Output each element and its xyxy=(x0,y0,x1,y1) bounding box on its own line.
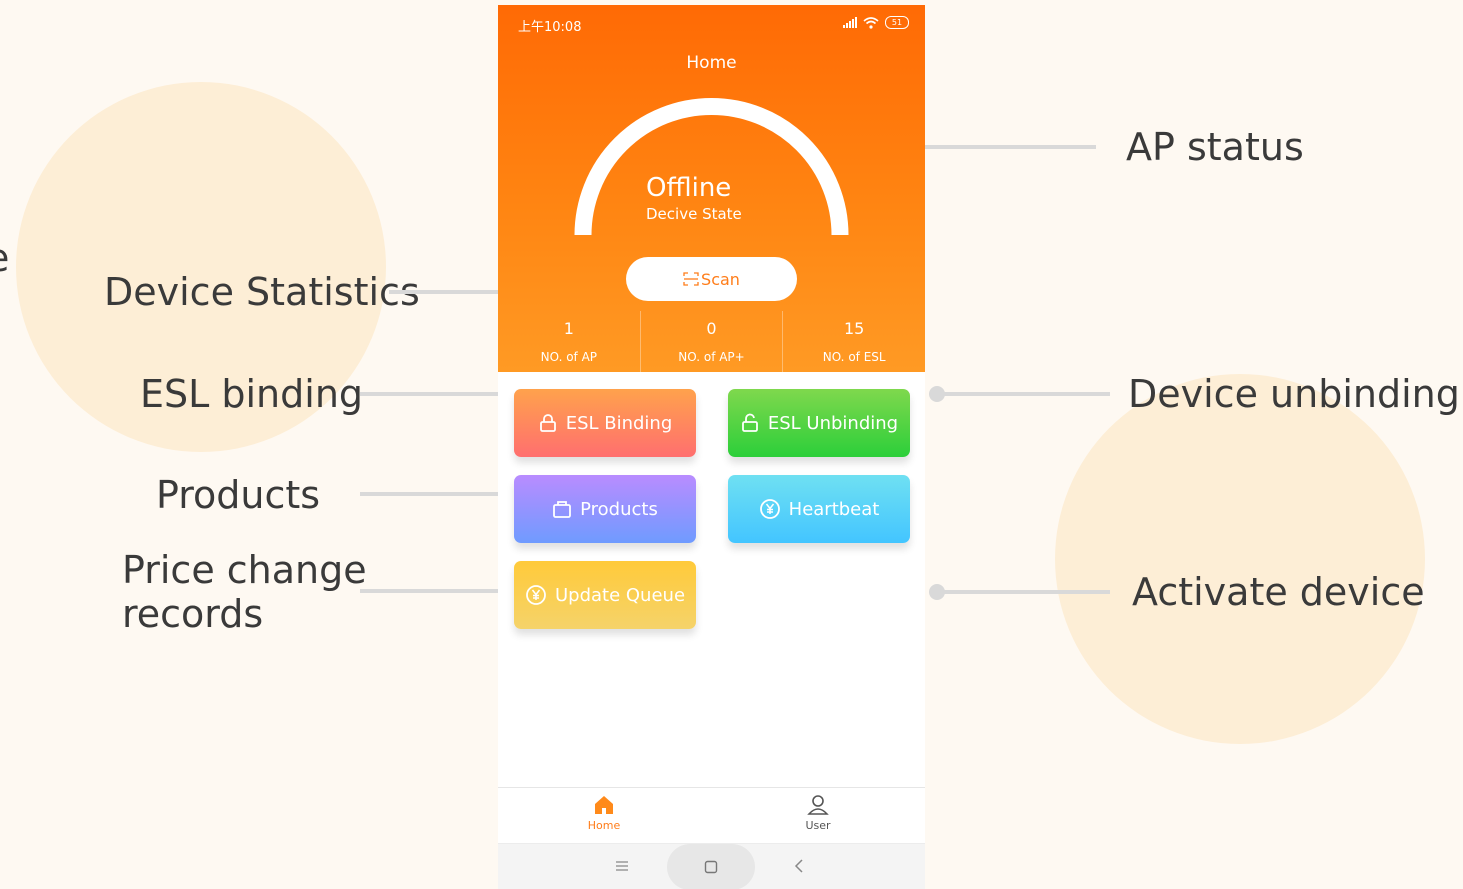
home-icon xyxy=(595,796,613,814)
signal-icon xyxy=(843,17,857,28)
stat-ap: 1 NO. of AP xyxy=(498,311,641,372)
stat-ap-value: 1 xyxy=(563,319,574,338)
battery-icon: 51 xyxy=(885,16,909,29)
callout-products: Products xyxy=(156,473,321,517)
callout-edge-fragment: e xyxy=(0,236,9,280)
update-queue-label: Update Queue xyxy=(554,584,686,606)
scan-icon xyxy=(683,272,699,286)
esl-binding-label: ESL Binding xyxy=(565,412,673,434)
page-title: Home xyxy=(686,53,737,73)
callout-activate-device: Activate device xyxy=(1132,570,1425,614)
status-icons: 51 xyxy=(843,16,909,29)
connector-ap-status xyxy=(925,145,1096,149)
stat-ap-plus: 0 NO. of AP+ xyxy=(641,311,784,372)
device-state-caption: Decive State xyxy=(646,205,742,223)
connector-activate-device xyxy=(937,590,1110,594)
stat-ap-plus-label: NO. of AP+ xyxy=(678,350,745,364)
yen-coin-icon xyxy=(526,585,546,605)
device-statistics: 1 NO. of AP 0 NO. of AP+ 15 NO. of ESL xyxy=(498,311,925,372)
square-home-icon xyxy=(704,860,718,874)
scan-button[interactable]: Scan xyxy=(626,257,797,301)
stat-esl-value: 15 xyxy=(844,319,865,338)
products-label: Products xyxy=(580,498,658,520)
phone-screen: 上午10:08 51 Home Offline Decive State Sca… xyxy=(498,5,925,889)
device-state-value: Offline xyxy=(646,173,732,203)
status-bar: 上午10:08 51 xyxy=(518,16,909,35)
callout-esl-binding: ESL binding xyxy=(140,372,364,416)
shopping-bag-icon xyxy=(553,501,572,518)
user-icon xyxy=(807,795,829,815)
callout-device-statistics: Device Statistics xyxy=(104,270,420,314)
status-time: 上午10:08 xyxy=(518,20,582,35)
products-button[interactable]: Products xyxy=(514,475,696,543)
nav-home-button[interactable] xyxy=(667,844,755,889)
connector-device-statistics xyxy=(389,290,498,294)
heartbeat-button[interactable]: Heartbeat xyxy=(728,475,910,543)
scan-label: Scan xyxy=(701,269,740,289)
bottom-tab-bar: Home User xyxy=(498,787,925,844)
back-icon[interactable] xyxy=(793,858,805,874)
update-queue-button[interactable]: Update Queue xyxy=(514,561,696,629)
connector-price-change xyxy=(360,589,498,593)
stat-esl-label: NO. of ESL xyxy=(822,350,886,364)
gauge-label: Offline Decive State xyxy=(646,173,742,223)
ap-status-gauge xyxy=(574,98,849,236)
menu-icon[interactable] xyxy=(614,859,630,873)
callout-device-unbinding: Device unbinding xyxy=(1128,372,1460,416)
callout-price-change-line1: Price change xyxy=(122,548,367,592)
callout-ap-status: AP status xyxy=(1126,125,1304,169)
decorative-circle-right xyxy=(1055,374,1425,744)
connector-esl-binding xyxy=(360,392,498,396)
tab-user[interactable]: User xyxy=(778,794,858,832)
stat-ap-plus-value: 0 xyxy=(706,319,717,338)
esl-unbinding-label: ESL Unbinding xyxy=(767,412,899,434)
connector-products xyxy=(360,492,498,496)
esl-unbinding-button[interactable]: ESL Unbinding xyxy=(728,389,910,457)
home-header: 上午10:08 51 Home Offline Decive State Sca… xyxy=(498,5,925,372)
tab-home-label: Home xyxy=(587,819,621,832)
system-nav-bar xyxy=(498,843,925,889)
stat-ap-label: NO. of AP xyxy=(540,350,598,364)
unlock-icon xyxy=(741,413,758,432)
lock-icon xyxy=(539,414,556,432)
tab-user-label: User xyxy=(805,819,831,832)
heartbeat-label: Heartbeat xyxy=(788,498,880,520)
callout-price-change: Price change records xyxy=(122,548,367,636)
stat-esl: 15 NO. of ESL xyxy=(783,311,925,372)
wifi-icon xyxy=(863,16,879,29)
connector-device-unbinding xyxy=(937,392,1110,396)
yen-coin-icon xyxy=(759,499,780,519)
callout-price-change-line2: records xyxy=(122,592,264,636)
tab-home[interactable]: Home xyxy=(564,794,644,832)
esl-binding-button[interactable]: ESL Binding xyxy=(514,389,696,457)
